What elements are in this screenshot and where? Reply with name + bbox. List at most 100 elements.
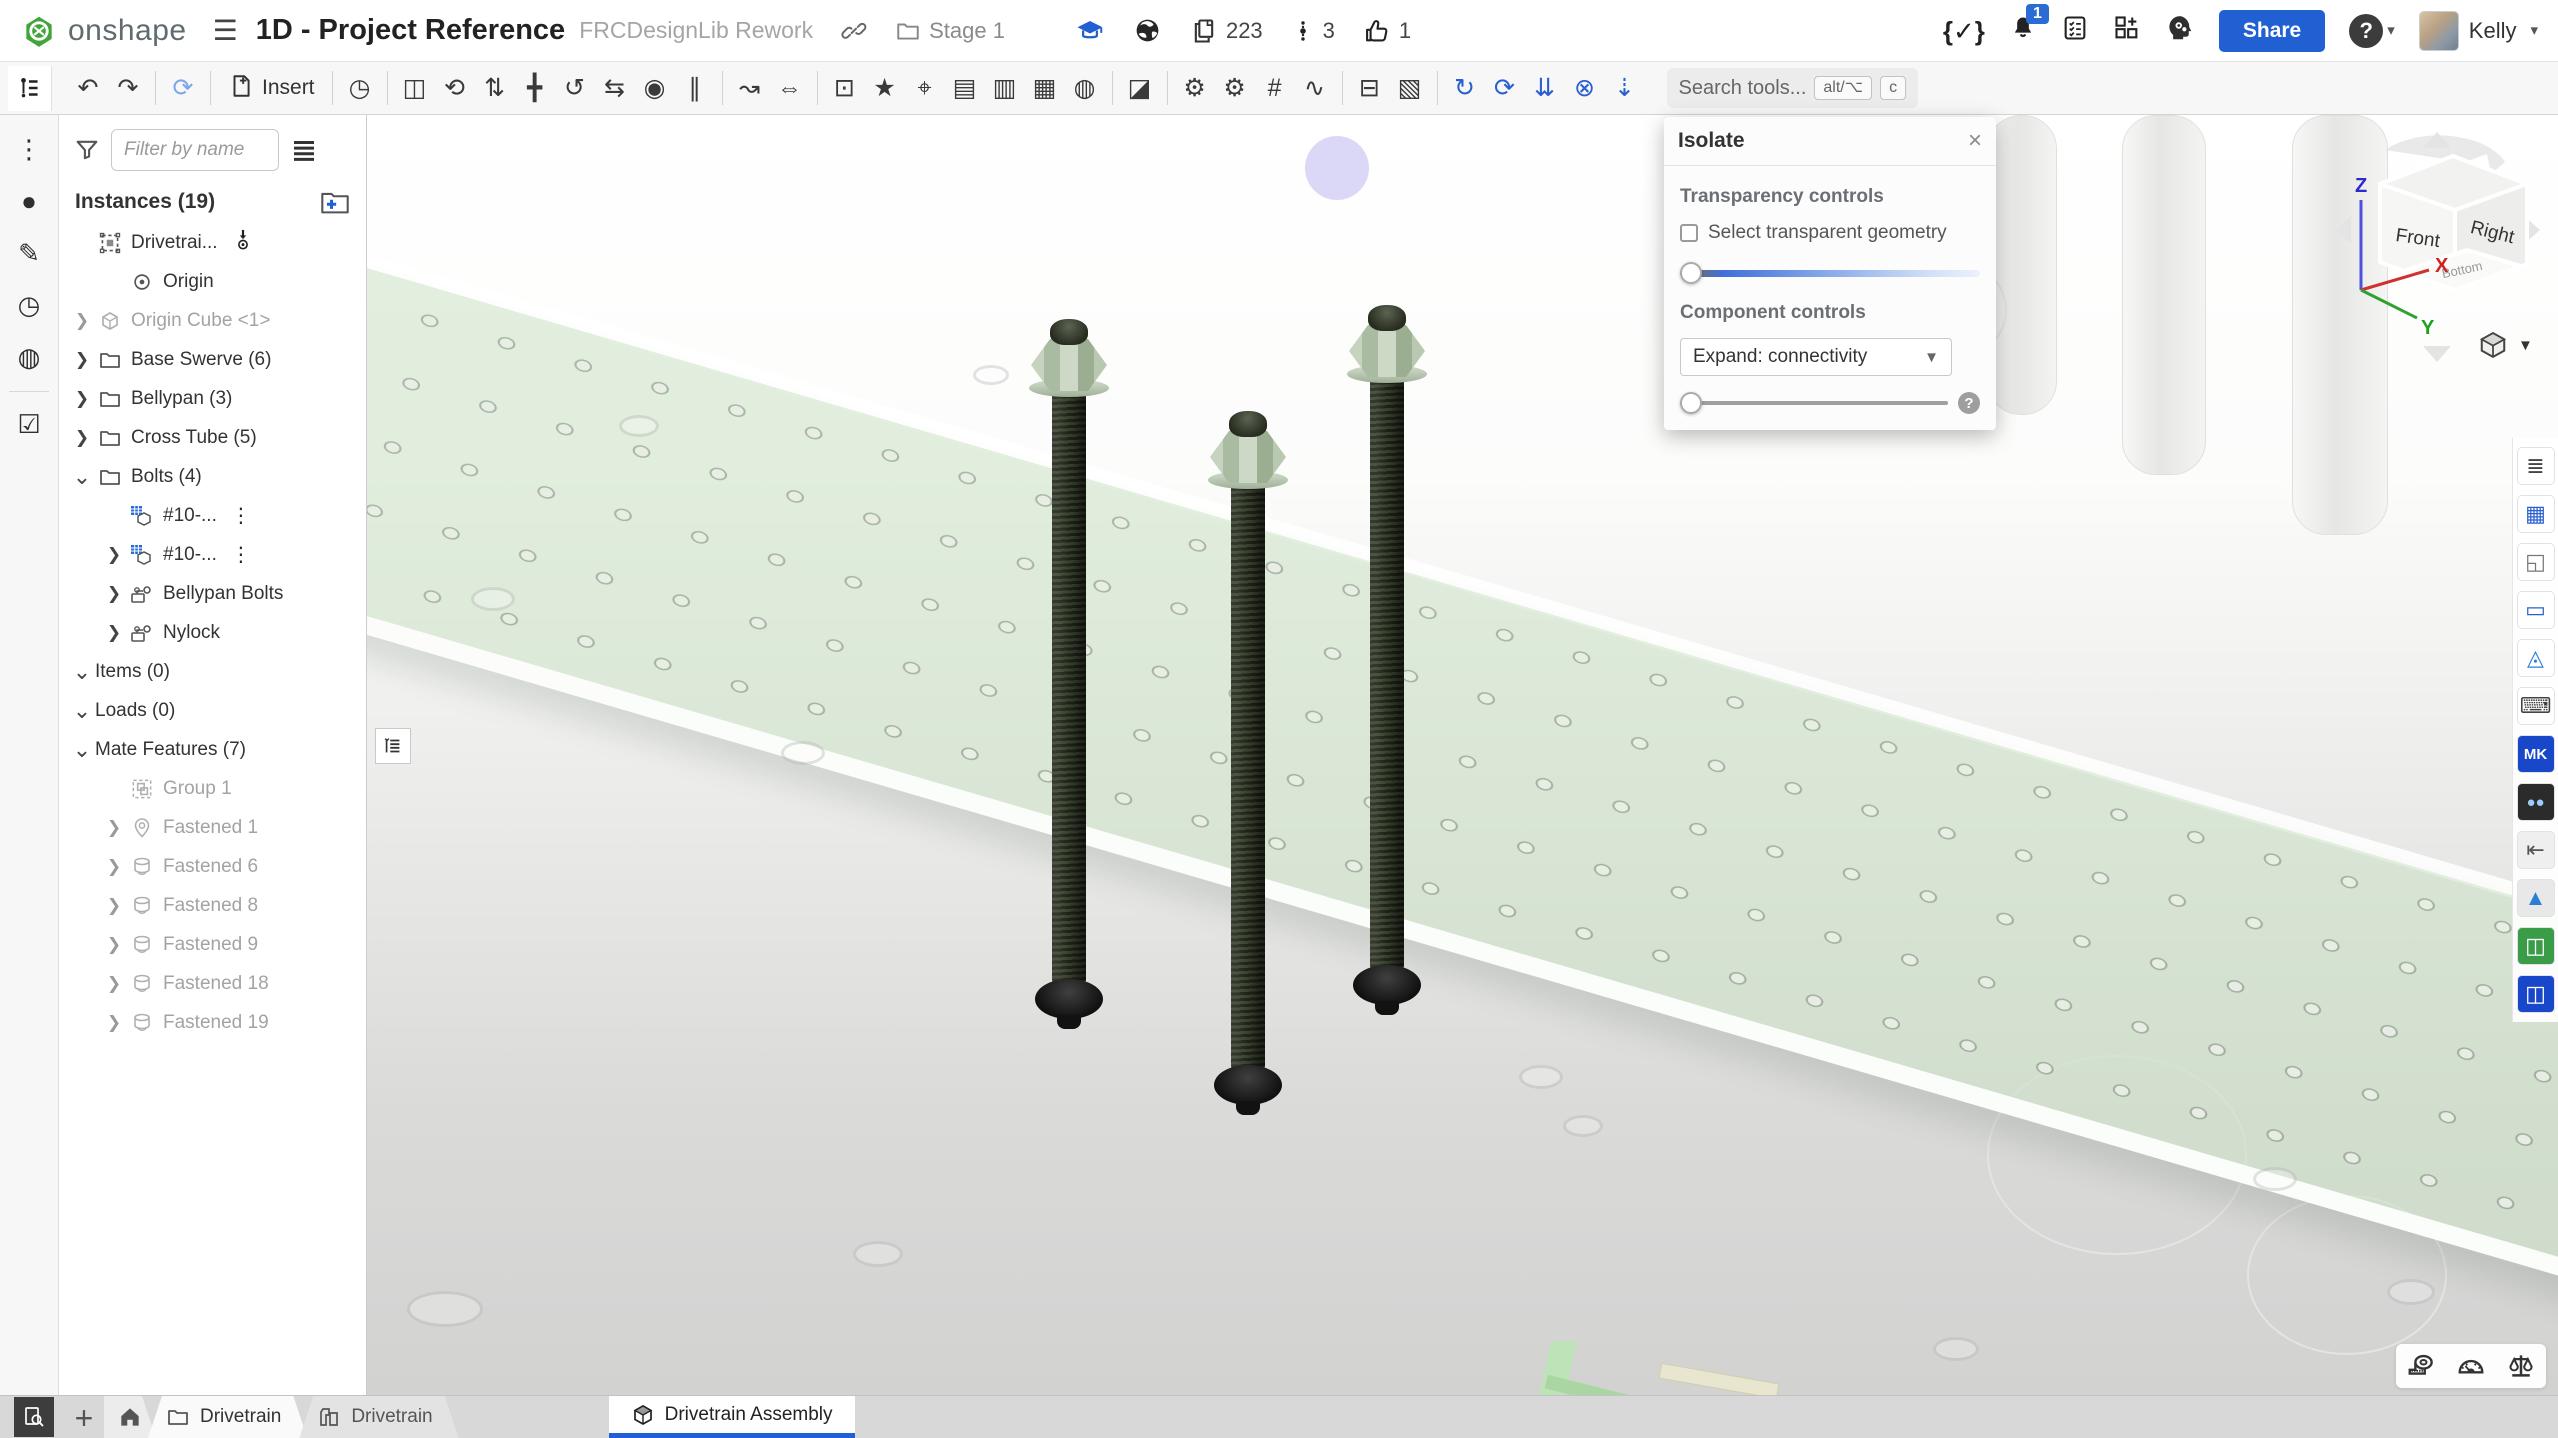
blue-book-app-button[interactable]: ◫ (2517, 975, 2555, 1013)
structure-list-button[interactable]: ≣ (2517, 447, 2555, 485)
shortcut-keys-button[interactable]: ⌨ (2517, 687, 2555, 725)
cylindrical-mate-button[interactable]: ↺ (555, 67, 595, 109)
tree-row-bellypan[interactable]: ❯Bellypan (3) (59, 379, 366, 418)
appearance-groups-button[interactable]: ◍ (1065, 67, 1105, 109)
notifications-button[interactable]: 1 (2009, 14, 2037, 47)
chevron-right-icon[interactable]: ❯ (69, 429, 95, 446)
slider-thumb[interactable] (1680, 262, 1702, 284)
pattern-button[interactable]: ▦ (1025, 67, 1065, 109)
tree-row-bolts[interactable]: ⌄Bolts (4) (59, 457, 366, 496)
search-tools[interactable]: Search tools... alt/⌥ c (1667, 68, 1919, 108)
filter-input[interactable] (111, 129, 279, 171)
list-view-icon[interactable] (289, 135, 319, 165)
pinwheel-app-button[interactable]: ◬ (2517, 639, 2555, 677)
configurations-button[interactable]: ▦ (2517, 495, 2555, 533)
tree-row-bolt-10-a[interactable]: #10-...⋮ (91, 496, 366, 535)
bolt-1-tip[interactable] (1057, 1015, 1081, 1029)
bolt-1-head[interactable] (1035, 979, 1103, 1019)
edit-in-context-button[interactable]: ◪ (1120, 67, 1160, 109)
chevron-down-icon[interactable]: ⌄ (69, 665, 95, 678)
hide-bom-button[interactable]: ⊟ (1350, 67, 1390, 109)
bolt-1-shaft[interactable] (1052, 387, 1086, 987)
home-tab-button[interactable] (104, 1396, 156, 1438)
slider-mate-button[interactable]: ⇅ (475, 67, 515, 109)
tree-row-mate-features-section[interactable]: ⌄Mate Features (7) (59, 730, 366, 769)
tree-row-origin-cube[interactable]: ❯Origin Cube <1> (59, 301, 366, 340)
robot-app-button[interactable]: ●● (2517, 783, 2555, 821)
share-button[interactable]: Share (2219, 10, 2325, 52)
tree-row-root-assembly[interactable]: Drivetrai... (59, 223, 366, 262)
chevron-right-icon[interactable]: ❯ (101, 897, 127, 914)
tree-row-bellypan-bolts[interactable]: ❯Bellypan Bolts (91, 574, 366, 613)
derived-part-button[interactable]: ◱ (2517, 543, 2555, 581)
mass-properties-button[interactable] (2506, 1351, 2536, 1381)
view-settings-button[interactable]: ▼ (2478, 330, 2533, 360)
chevron-right-icon[interactable]: ❯ (101, 585, 127, 602)
expand-mode-select[interactable]: Expand: connectivity ▼ (1680, 338, 1952, 376)
onshape-brand[interactable]: onshape (20, 12, 187, 50)
mate-button[interactable]: ◷ (340, 67, 380, 109)
chevron-right-icon[interactable]: ❯ (101, 624, 127, 641)
tasks-button[interactable] (2061, 14, 2089, 47)
tree-row-fastened-8[interactable]: ❯Fastened 8 (91, 886, 366, 925)
transparent-green-plate[interactable] (367, 233, 2558, 1329)
copy-link-button[interactable] (841, 18, 867, 44)
chevron-right-icon[interactable]: ❯ (69, 390, 95, 407)
checklist-icon[interactable]: ☑ (7, 402, 51, 446)
checkbox[interactable] (1680, 224, 1698, 242)
chevron-right-icon[interactable]: ❯ (101, 975, 127, 992)
chevron-right-icon[interactable]: ❯ (69, 312, 95, 329)
green-book-app-button[interactable]: ◫ (2517, 927, 2555, 965)
user-menu[interactable]: Kelly ▾ (2419, 11, 2538, 51)
bolt-2-head[interactable] (1214, 1065, 1282, 1105)
protractor-button[interactable] (2456, 1351, 2486, 1381)
chevron-right-icon[interactable]: ❯ (101, 858, 127, 875)
tab-drivetrain-folder[interactable]: Drivetrain (148, 1396, 307, 1438)
slider-track[interactable] (1680, 270, 1980, 277)
mate-connector-sphere[interactable] (1305, 136, 1369, 200)
bolt-3-cap[interactable] (1368, 305, 1406, 331)
comments-icon[interactable]: ● (7, 179, 51, 223)
notes-icon[interactable]: ✎ (7, 231, 51, 275)
tree-row-fastened-19[interactable]: ❯Fastened 19 (91, 1003, 366, 1042)
workspace-location[interactable]: Stage 1 (895, 18, 1005, 44)
explode-view-button[interactable]: ⊡ (825, 67, 865, 109)
hamburger-menu-icon[interactable]: ☰ (213, 17, 238, 45)
bolt-3-shaft[interactable] (1370, 373, 1404, 973)
gear-relation-button[interactable]: ⚙ (1215, 67, 1255, 109)
export-transform-app-button[interactable]: ⇤ (2517, 831, 2555, 869)
move-rotate-button[interactable]: ↻ (1445, 67, 1485, 109)
drop-parts-button[interactable]: ⇊ (1525, 67, 1565, 109)
chevron-right-icon[interactable]: ❯ (101, 819, 127, 836)
animate-loop-button[interactable]: ⟳ (1485, 67, 1525, 109)
collapse-parts-button[interactable]: ⊗ (1565, 67, 1605, 109)
assembly-tree-toggle-button[interactable] (8, 66, 52, 111)
help-icon[interactable]: ? (1958, 392, 1980, 414)
planar-mate-button[interactable]: ╋ (515, 67, 555, 109)
redo-button[interactable]: ↷ (108, 67, 148, 109)
tab-drivetrain-assembly[interactable]: Drivetrain Assembly (609, 1396, 855, 1438)
chevron-right-icon[interactable]: ❯ (101, 936, 127, 953)
pin-slot-mate-button[interactable]: ⇆ (595, 67, 635, 109)
tree-row-fastened-1[interactable]: ❯Fastened 1 (91, 808, 366, 847)
tree-row-fastened-6[interactable]: ❯Fastened 6 (91, 847, 366, 886)
stopwatch-icon[interactable]: ◷ (7, 283, 51, 327)
chevron-right-icon[interactable]: ❯ (69, 351, 95, 368)
chevron-down-icon[interactable]: ⌄ (69, 470, 95, 483)
configuration-dots-icon[interactable]: ⋮ (231, 506, 251, 526)
bolt-2-tip[interactable] (1236, 1101, 1260, 1115)
add-folder-icon[interactable] (320, 189, 350, 215)
learning-center-icon[interactable]: ◍ (7, 335, 51, 379)
screw-relation-button[interactable]: ∿ (1295, 67, 1335, 109)
mountain-app-button[interactable]: ▲ (2517, 879, 2555, 917)
snapshot-drop-button[interactable]: ⇣ (1605, 67, 1645, 109)
slider-thumb[interactable] (1680, 392, 1702, 414)
width-mate-button[interactable]: ⇔ (770, 67, 810, 109)
tree-row-cross-tube[interactable]: ❯Cross Tube (5) (59, 418, 366, 457)
select-parts-button[interactable]: ⌖ (905, 67, 945, 109)
likes-stat[interactable]: 1 (1363, 17, 1411, 45)
rollback-sync-button[interactable]: ⟳ (163, 67, 203, 109)
app-store-button[interactable] (2113, 14, 2141, 47)
bolt-2-cap[interactable] (1229, 411, 1267, 437)
edu-badge[interactable] (1075, 16, 1105, 46)
